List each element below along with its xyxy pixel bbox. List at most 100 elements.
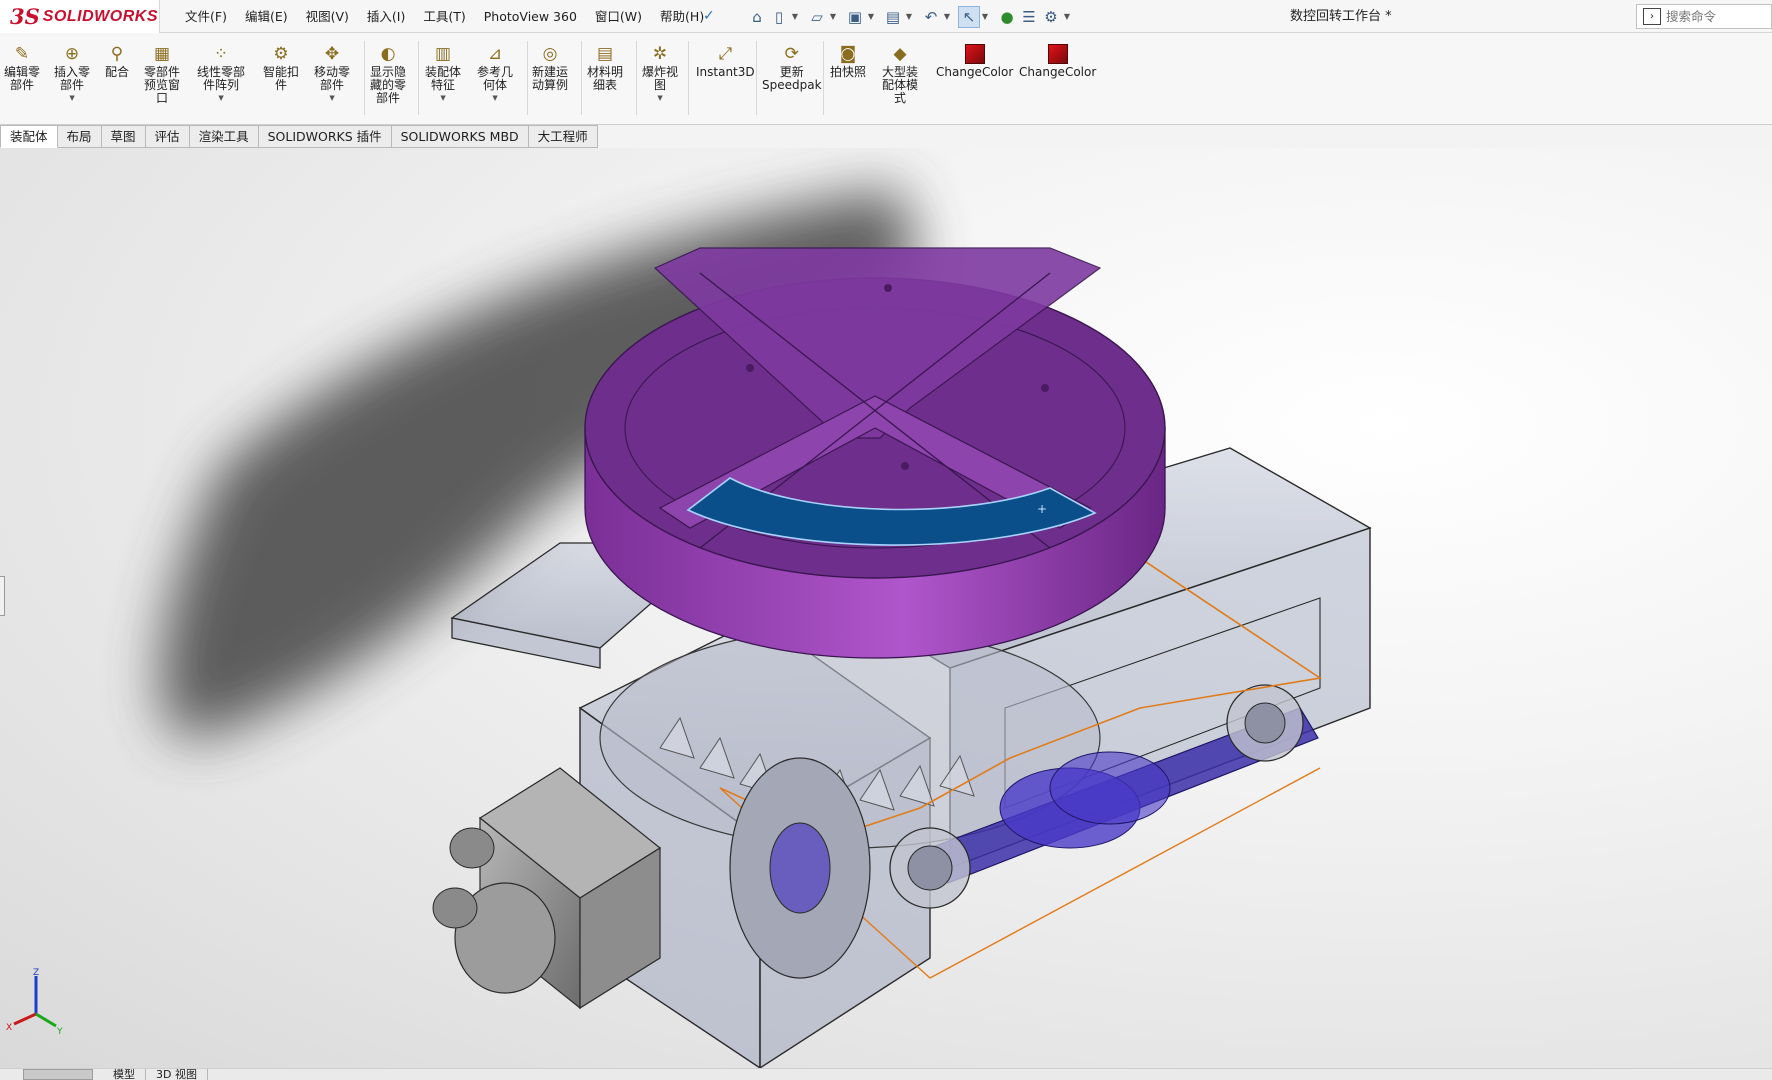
chevron-down-icon[interactable]: ▼	[440, 94, 445, 102]
pin-menu-icon[interactable]: ✓	[703, 8, 719, 24]
tool-component-preview[interactable]: ▦ 零部件 预览窗 口	[144, 43, 180, 105]
undo-icon[interactable]: ↶	[920, 6, 942, 28]
mate-icon: ⚲	[110, 44, 124, 64]
tool-instant3d[interactable]: ⤢ Instant3D	[696, 43, 755, 79]
menu-file[interactable]: 文件(F)	[176, 0, 236, 33]
tool-take-snapshot[interactable]: ◙ 拍快照	[830, 43, 866, 79]
ribbon-separator	[581, 41, 582, 115]
open-dropdown-icon[interactable]: ▼	[828, 6, 838, 28]
chevron-down-icon[interactable]: ▼	[492, 94, 497, 102]
ribbon-separator	[636, 41, 637, 115]
linear-pattern-icon: ⁘	[213, 44, 229, 64]
tab-scroll-arrows[interactable]	[23, 1069, 93, 1080]
bearing-left[interactable]	[889, 827, 971, 909]
brand-name: SOLIDWORKS	[42, 7, 158, 25]
menu-edit[interactable]: 编辑(E)	[236, 0, 297, 33]
motion-study-icon: ◎	[542, 44, 558, 64]
chevron-down-icon[interactable]: ▼	[329, 94, 334, 102]
tab-evaluate[interactable]: 评估	[145, 125, 190, 148]
ribbon-separator	[823, 41, 824, 115]
tool-show-hidden-components[interactable]: ◐ 显示隐 藏的零 部件	[370, 43, 406, 105]
tool-reference-geometry[interactable]: ⊿ 参考几 何体 ▼	[477, 43, 513, 102]
print-icon[interactable]: ▤	[882, 6, 904, 28]
tool-large-assembly-mode[interactable]: ◆ 大型装 配体模 式	[882, 43, 918, 105]
new-dropdown-icon[interactable]: ▼	[790, 6, 800, 28]
tool-new-motion-study[interactable]: ◎ 新建运 动算例	[532, 43, 568, 92]
tool-move-component[interactable]: ✥ 移动零 部件 ▼	[314, 43, 350, 102]
print-dropdown-icon[interactable]: ▼	[904, 6, 914, 28]
cnc-rotary-table-model[interactable]: +	[0, 148, 1772, 1068]
tool-change-color-2[interactable]: ChangeColor	[1019, 43, 1096, 79]
tool-bill-of-materials[interactable]: ▤ 材料明 细表	[587, 43, 623, 92]
chevron-down-icon[interactable]: ▼	[657, 94, 662, 102]
tool-label: 零部件 预览窗 口	[144, 65, 181, 105]
tool-label: Instant3D	[696, 65, 755, 79]
menu-insert[interactable]: 插入(I)	[358, 0, 414, 33]
undo-dropdown-icon[interactable]: ▼	[942, 6, 952, 28]
save-dropdown-icon[interactable]: ▼	[866, 6, 876, 28]
options-dropdown-icon[interactable]: ▼	[1062, 6, 1072, 28]
main-menu: 文件(F) 编辑(E) 视图(V) 插入(I) 工具(T) PhotoView …	[176, 0, 713, 33]
triad-y-axis	[35, 1012, 57, 1028]
options-icon[interactable]: ⚙	[1040, 6, 1062, 28]
tool-edit-component[interactable]: ✎ 编辑零 部件	[4, 43, 40, 92]
tab-assembly[interactable]: 装配体	[0, 125, 58, 148]
bearing-right[interactable]	[1226, 684, 1304, 762]
tool-mate[interactable]: ⚲ 配合	[105, 43, 129, 79]
tool-insert-component[interactable]: ⊕ 插入零 部件 ▼	[54, 43, 90, 102]
tool-update-speedpak[interactable]: ⟳ 更新 Speedpak	[762, 43, 822, 92]
menu-photoview[interactable]: PhotoView 360	[475, 0, 586, 33]
home-icon[interactable]: ⌂	[746, 6, 768, 28]
tool-label: 拍快照	[830, 65, 867, 79]
tab-sketch[interactable]: 草图	[101, 125, 146, 148]
insert-component-icon: ⊕	[64, 44, 80, 64]
title-menu-bar: 3S SOLIDWORKS 文件(F) 编辑(E) 视图(V) 插入(I) 工具…	[0, 0, 1772, 33]
brand-prefix: 3S	[10, 4, 40, 29]
tab-solidworks-mbd[interactable]: SOLIDWORKS MBD	[391, 125, 529, 148]
solidworks-logo[interactable]: 3S SOLIDWORKS	[0, 0, 160, 33]
drive-gear[interactable]	[729, 757, 871, 979]
tab-engineer[interactable]: 大工程师	[528, 125, 598, 148]
chevron-down-icon[interactable]: ▼	[69, 94, 74, 102]
traffic-light-icon[interactable]: ●	[996, 6, 1018, 28]
tool-exploded-view[interactable]: ✲ 爆炸视 图 ▼	[642, 43, 678, 102]
triad-x-label: X	[6, 1023, 12, 1033]
tab-model[interactable]: 模型	[103, 1069, 146, 1080]
snapshot-icon: ◙	[839, 44, 857, 64]
file-properties-icon[interactable]: ☰	[1018, 6, 1040, 28]
change-color-swatch-icon	[964, 43, 986, 65]
tool-linear-pattern[interactable]: ⁘ 线性零部 件阵列 ▼	[197, 43, 245, 102]
feature-manager-collapse-handle[interactable]	[0, 576, 5, 616]
search-input[interactable]	[1666, 9, 1766, 24]
select-dropdown-icon[interactable]: ▼	[980, 6, 990, 28]
search-commands-box[interactable]: ›	[1636, 4, 1772, 29]
menu-view[interactable]: 视图(V)	[297, 0, 358, 33]
tool-label: 编辑零 部件	[4, 65, 41, 92]
command-manager-ribbon: ✎ 编辑零 部件 ⊕ 插入零 部件 ▼ ⚲ 配合 ▦ 零部件 预览窗 口 ⁘ 线…	[0, 33, 1772, 125]
tool-label: ChangeColor	[1019, 65, 1097, 79]
tab-solidworks-addins[interactable]: SOLIDWORKS 插件	[258, 125, 392, 148]
move-component-icon: ✥	[324, 44, 340, 64]
solidworks-window: 3S SOLIDWORKS 文件(F) 编辑(E) 视图(V) 插入(I) 工具…	[0, 0, 1772, 1080]
tab-layout[interactable]: 布局	[57, 125, 102, 148]
reference-triad[interactable]: Z X Y	[4, 966, 64, 1036]
tool-assembly-features[interactable]: ▥ 装配体 特征 ▼	[425, 43, 461, 102]
reference-geometry-icon: ⊿	[487, 44, 503, 64]
select-icon[interactable]: ↖	[958, 5, 980, 28]
menu-window[interactable]: 窗口(W)	[586, 0, 651, 33]
graphics-area[interactable]: + Z X Y	[0, 148, 1772, 1068]
show-hidden-icon: ◐	[380, 44, 396, 64]
save-icon[interactable]: ▣	[844, 6, 866, 28]
new-document-icon[interactable]: ▯	[768, 6, 790, 28]
tool-label: 移动零 部件	[314, 65, 351, 92]
ribbon-separator	[527, 41, 528, 115]
chevron-down-icon[interactable]: ▼	[218, 94, 223, 102]
tab-3d-views[interactable]: 3D 视图	[146, 1069, 208, 1080]
open-icon[interactable]: ▱	[806, 6, 828, 28]
tool-label: 材料明 细表	[587, 65, 624, 92]
tool-smart-fasteners[interactable]: ⚙ 智能扣 件	[263, 43, 299, 92]
tool-change-color-1[interactable]: ChangeColor	[936, 43, 1013, 79]
edit-component-icon: ✎	[14, 44, 30, 64]
menu-tools[interactable]: 工具(T)	[414, 0, 474, 33]
tab-render-tools[interactable]: 渲染工具	[189, 125, 259, 148]
